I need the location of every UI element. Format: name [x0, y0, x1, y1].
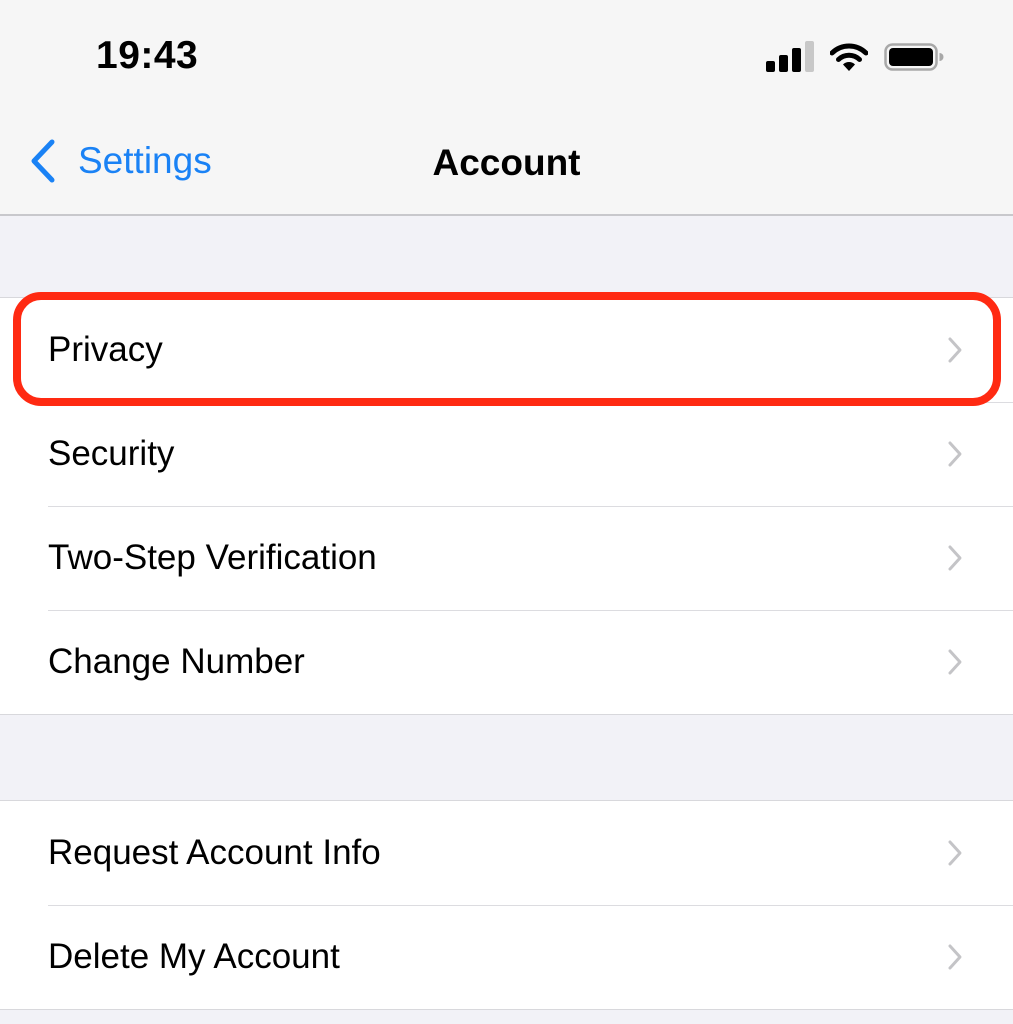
status-time: 19:43 — [96, 34, 199, 77]
row-label: Request Account Info — [48, 833, 381, 872]
row-delete-my-account[interactable]: Delete My Account — [0, 905, 1013, 1009]
page-title: Account — [432, 142, 581, 183]
row-label: Security — [48, 434, 175, 473]
status-bar: 19:43 — [0, 0, 1013, 110]
wifi-icon — [830, 43, 868, 71]
chevron-right-icon — [948, 545, 962, 571]
settings-group-account: Privacy Security Two-Step Verification C… — [0, 297, 1013, 715]
row-label: Two-Step Verification — [48, 538, 377, 577]
row-change-number[interactable]: Change Number — [0, 610, 1013, 714]
battery-icon — [884, 43, 944, 71]
settings-group-account-data: Request Account Info Delete My Account — [0, 800, 1013, 1010]
row-request-account-info[interactable]: Request Account Info — [0, 801, 1013, 905]
row-two-step-verification[interactable]: Two-Step Verification — [0, 506, 1013, 610]
chevron-right-icon — [948, 337, 962, 363]
chevron-right-icon — [948, 944, 962, 970]
row-label: Delete My Account — [48, 937, 340, 976]
cellular-signal-icon — [766, 40, 814, 72]
chevron-right-icon — [948, 840, 962, 866]
row-label: Change Number — [48, 642, 305, 681]
chevron-right-icon — [948, 441, 962, 467]
row-privacy[interactable]: Privacy — [0, 298, 1013, 402]
row-label: Privacy — [48, 330, 163, 369]
chevron-right-icon — [948, 649, 962, 675]
navigation-bar: Settings Account — [0, 110, 1013, 216]
row-security[interactable]: Security — [0, 402, 1013, 506]
